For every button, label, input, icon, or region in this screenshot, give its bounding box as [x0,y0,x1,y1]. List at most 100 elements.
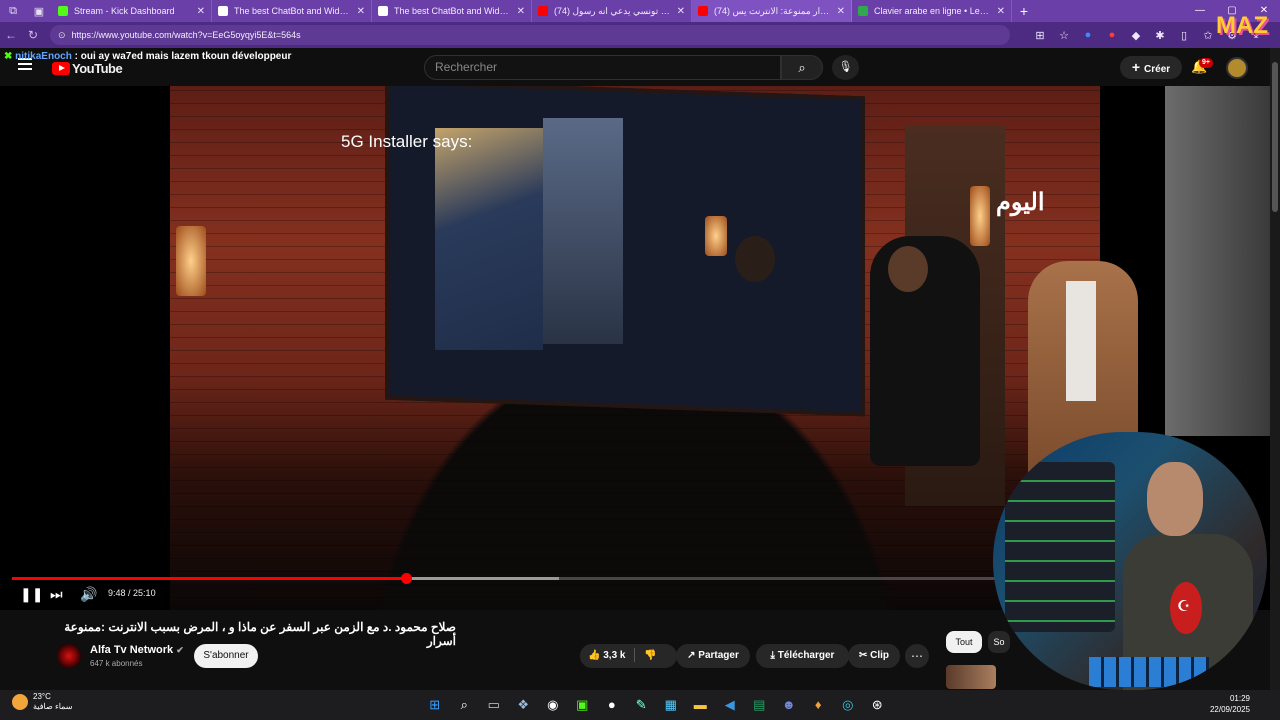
reload-icon[interactable]: ↻ [22,28,44,42]
tab-favicon-icon [58,6,68,16]
video-frame [170,86,1270,610]
chat-message: : oui ay wa7ed mais lazem tkoun développ… [74,51,292,62]
download-label: Télécharger [777,650,835,661]
spreadsheet-app-icon[interactable]: ▤ [745,694,775,716]
youtube-play-logo-icon [52,62,70,75]
green-app-icon[interactable]: ▣ [568,694,598,716]
youtube-logo[interactable]: YouTube [52,61,123,76]
browser-tab-3[interactable]: (74) تونسي يدعي انه رسول - YouTube ✕ [532,0,692,22]
site-info-icon[interactable]: ⊙ [58,30,66,41]
microphone-icon: 🎙 [838,61,853,73]
tab-title: (74) أسرار ممنوعة: الانترنت يس [714,5,833,16]
page-scrollbar[interactable] [1270,48,1280,690]
search-input[interactable]: Rechercher [424,55,781,80]
workspaces-icon[interactable]: ⧉ [0,5,26,18]
notification-count-badge: 9+ [1199,58,1213,68]
url-field[interactable]: ⊙ https://www.youtube.com/watch?v=EeG5oy… [50,25,1010,45]
current-time: 9:48 [108,588,126,598]
host-shirt [1066,281,1096,401]
obs-app-icon[interactable]: ◉ [538,694,568,716]
start-icon[interactable]: ⊞ [420,694,450,716]
channel-name[interactable]: Alfa Tv Network ✔ [90,644,184,656]
browser-tab-bar: ⧉ ▣ Stream - Kick Dashboard ✕ The best Cha… [0,0,1280,22]
taskbar-search-icon[interactable]: ⌕ [450,694,480,716]
youtube-logo-text: YouTube [72,61,123,76]
discord-app-icon[interactable]: ☻ [774,694,804,716]
tab-title: (74) تونسي يدعي انه رسول - YouTube [554,5,673,16]
browser-tab-1[interactable]: The best ChatBot and Widgets fo ✕ [212,0,372,22]
extension-diamond-icon[interactable]: ◆ [1124,29,1148,42]
tab-close-icon[interactable]: ✕ [357,6,365,17]
share-button[interactable]: ↗ Partager [676,644,750,668]
record-app-icon[interactable]: ⊛ [863,694,893,716]
extension-puzzle-icon[interactable]: ✱ [1148,29,1172,42]
chip-second[interactable]: So [988,631,1010,653]
tunisia-flag-icon [1170,582,1202,634]
weather-widget[interactable]: 23°C سماء صافية [12,692,73,712]
duration: 25:10 [133,588,156,598]
favorite-star-icon[interactable]: ☆ [1052,29,1076,42]
scrollbar-thumb[interactable] [1272,62,1278,212]
thumbs-down-icon: 👎 [644,650,657,661]
screen-image [435,128,543,350]
avatar[interactable] [1226,57,1248,79]
clip-button[interactable]: ✂ Clip [848,644,900,668]
like-button[interactable]: 👍 3,3 k [588,650,625,661]
more-actions-button[interactable]: ⋯ [905,644,929,668]
browser-tab-2[interactable]: The best ChatBot and Widgets fo ✕ [372,0,532,22]
tab-close-icon[interactable]: ✕ [677,6,685,17]
task-view-icon[interactable]: ▭ [479,694,509,716]
volume-icon[interactable]: 🔊 [80,586,97,603]
torch-app-icon[interactable]: ♦ [804,694,834,716]
extension-red-icon[interactable]: ● [1100,29,1124,42]
chip-all[interactable]: Tout [946,631,982,653]
browser-tab-5[interactable]: Clavier arabe en ligne • Lexilogos ✕ [852,0,1012,22]
tab-close-icon[interactable]: ✕ [197,6,205,17]
browser-tab-4[interactable]: (74) أسرار ممنوعة: الانترنت يس ✕ [692,0,852,22]
system-clock[interactable]: 01:29 22/09/2025 [1200,693,1250,715]
new-tab-button[interactable]: + [1012,3,1036,19]
chat-badge-icon: ✖ [4,51,13,62]
edge-browser-icon[interactable]: ◎ [833,694,863,716]
widgets-icon[interactable]: ❖ [509,694,539,716]
wall-lamp-right [970,186,990,246]
clock-date: 22/09/2025 [1209,705,1250,714]
clip-label: Clip [870,650,890,661]
search-button[interactable]: ⌕ [781,55,823,80]
github-app-icon[interactable]: ● [597,694,627,716]
split-screen-icon[interactable]: ▯ [1172,29,1196,42]
tab-favicon-icon [218,6,228,16]
tab-close-icon[interactable]: ✕ [837,6,845,17]
extension-blue-icon[interactable]: ● [1076,29,1100,42]
file-explorer-icon[interactable]: ▬ [686,694,716,716]
next-video-icon[interactable]: ⏭ [50,586,63,603]
verified-check-icon: ✔ [176,645,184,655]
chat-username: nitikaEnoch [15,51,72,62]
create-button[interactable]: + Créer [1120,56,1182,79]
tab-close-icon[interactable]: ✕ [997,6,1005,17]
dislike-button[interactable]: 👎 [644,650,656,661]
browser-tab-0[interactable]: Stream - Kick Dashboard ✕ [52,0,212,22]
channel-avatar[interactable] [57,644,81,668]
pause-icon[interactable]: ❚❚ [20,586,43,603]
download-button[interactable]: ⤓ Télécharger [756,644,849,668]
table-app-icon[interactable]: ▦ [656,694,686,716]
minimize-icon[interactable]: — [1184,0,1216,22]
stylus-app-icon[interactable]: ✎ [627,694,657,716]
wall-lamp-left [176,226,206,296]
tab-close-icon[interactable]: ✕ [517,6,525,17]
vscode-app-icon[interactable]: ◀ [715,694,745,716]
host-head [888,246,928,292]
create-label: Créer [1144,64,1171,75]
tab-actions-icon[interactable]: ▣ [26,5,52,18]
scrubber-handle[interactable] [401,573,412,584]
apps-icon[interactable]: ⊞ [1028,29,1052,42]
voice-search-button[interactable]: 🎙 [832,55,859,80]
recommended-video-thumbnail[interactable] [946,665,996,689]
back-icon[interactable]: ← [0,28,22,42]
video-progress-bar[interactable] [12,573,997,584]
subscribe-button[interactable]: S'abonner [194,644,258,668]
guest-head [735,236,775,282]
webcam-overlay [993,432,1267,690]
tab-title: Clavier arabe en ligne • Lexilogos [874,6,993,16]
